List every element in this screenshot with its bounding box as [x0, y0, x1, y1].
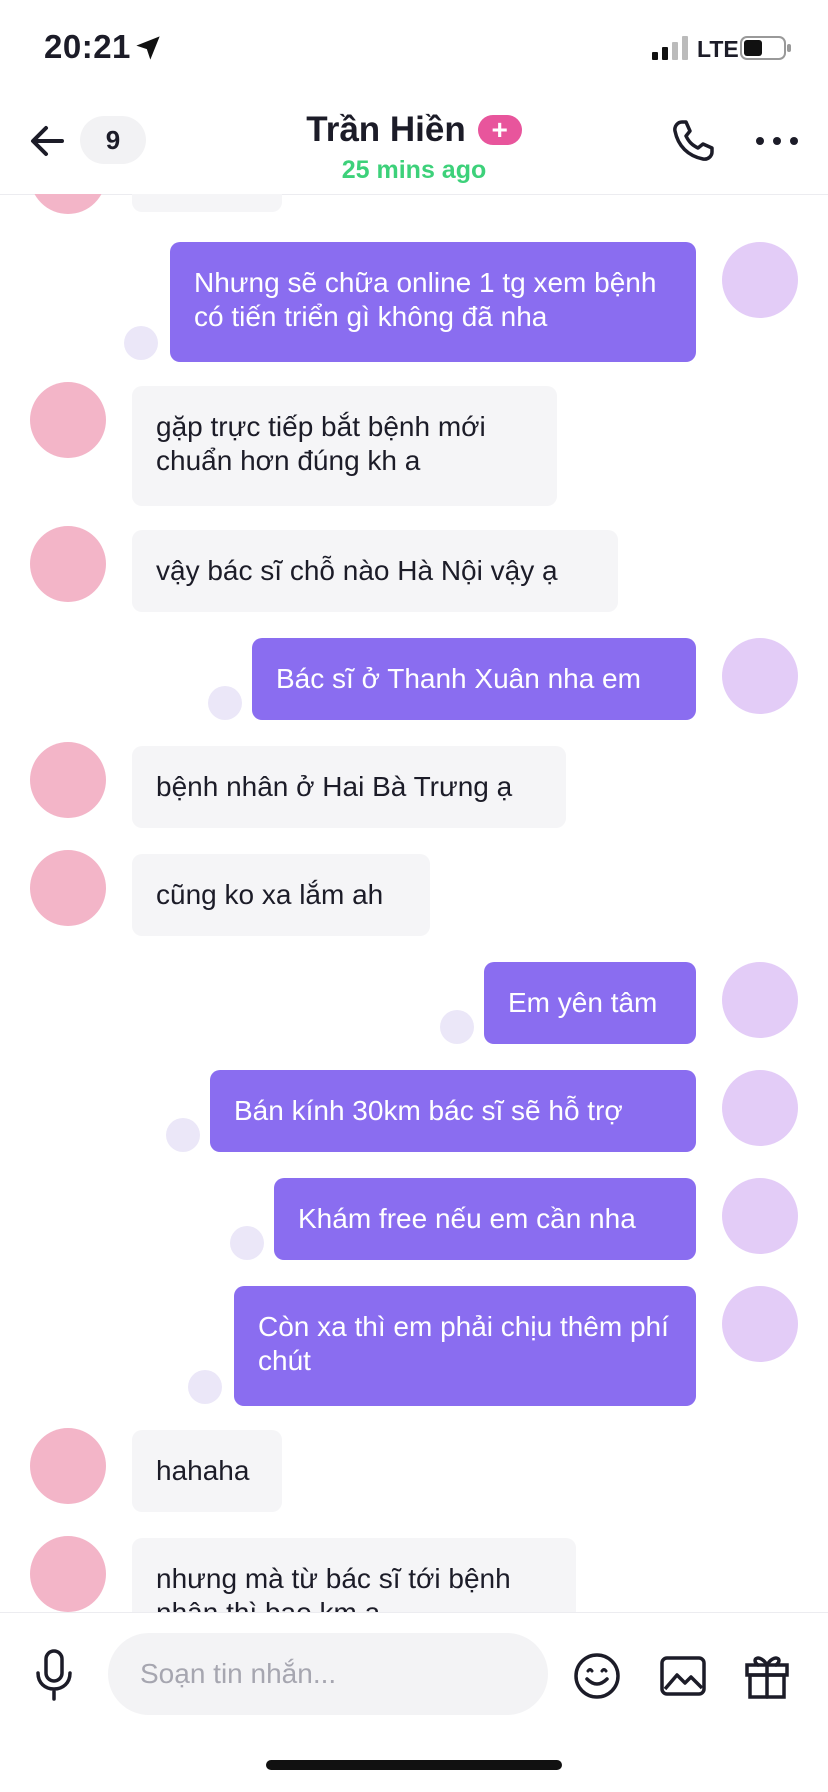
my-avatar — [722, 962, 798, 1038]
message-bubble-outgoing[interactable]: Bác sĩ ở Thanh Xuân nha em — [252, 638, 696, 720]
message-bubble-outgoing[interactable]: Còn xa thì em phải chịu thêm phí chút — [234, 1286, 696, 1406]
image-icon[interactable] — [658, 1651, 708, 1701]
message-bubble-incoming[interactable]: gặp trực tiếp bắt bệnh mới chuẩn hơn đún… — [132, 386, 557, 506]
my-avatar — [722, 638, 798, 714]
status-bar: 20:21 LTE — [0, 0, 828, 96]
battery-icon — [740, 36, 791, 60]
microphone-icon[interactable] — [30, 1647, 78, 1703]
contact-avatar — [30, 850, 106, 926]
seen-check-icon — [230, 1226, 264, 1260]
status-time: 20:21 — [44, 28, 131, 65]
contact-avatar — [30, 1536, 106, 1612]
contact-avatar — [30, 194, 106, 214]
location-arrow-icon — [136, 36, 160, 60]
network-type: LTE — [697, 36, 739, 62]
message-input[interactable] — [108, 1633, 548, 1715]
seen-check-icon — [124, 326, 158, 360]
seen-check-icon — [208, 686, 242, 720]
plus-badge: + — [477, 115, 522, 145]
contact-avatar — [30, 742, 106, 818]
seen-check-icon — [188, 1370, 222, 1404]
signal-strength-icon — [652, 36, 688, 60]
gift-icon[interactable] — [742, 1649, 792, 1701]
message-bubble-incoming[interactable]: vậy bác sĩ chỗ nào Hà Nội vậy ạ — [132, 530, 618, 612]
message-bubble-partial — [132, 194, 282, 212]
my-avatar — [722, 1070, 798, 1146]
message-bubble-outgoing[interactable]: Bán kính 30km bác sĩ sẽ hỗ trợ — [210, 1070, 696, 1152]
my-avatar — [722, 242, 798, 318]
my-avatar — [722, 1286, 798, 1362]
emoji-icon[interactable] — [572, 1651, 622, 1701]
message-bubble-outgoing[interactable]: Khám free nếu em cần nha — [274, 1178, 696, 1260]
message-bubble-incoming[interactable]: hahaha — [132, 1430, 282, 1512]
message-list[interactable]: Nhưng sẽ chữa online 1 tg xem bệnh có ti… — [0, 194, 828, 1612]
message-bubble-incoming[interactable]: cũng ko xa lắm ah — [132, 854, 430, 936]
home-indicator[interactable] — [266, 1760, 562, 1770]
message-bubble-outgoing[interactable]: Em yên tâm — [484, 962, 696, 1044]
message-composer — [0, 1612, 828, 1735]
message-bubble-incoming[interactable]: nhưng mà từ bác sĩ tới bệnh nhân thì bao… — [132, 1538, 576, 1612]
contact-name[interactable]: Trần Hiền — [306, 110, 465, 150]
phone-icon[interactable] — [668, 116, 718, 166]
my-avatar — [722, 1178, 798, 1254]
contact-avatar — [30, 382, 106, 458]
message-bubble-incoming[interactable]: bệnh nhân ở Hai Bà Trưng ạ — [132, 746, 566, 828]
seen-check-icon — [440, 1010, 474, 1044]
message-bubble-outgoing[interactable]: Nhưng sẽ chữa online 1 tg xem bệnh có ti… — [170, 242, 696, 362]
seen-check-icon — [166, 1118, 200, 1152]
more-horizontal-icon[interactable] — [752, 124, 802, 158]
contact-avatar — [30, 526, 106, 602]
contact-avatar — [30, 1428, 106, 1504]
chat-header: 9 Trần Hiền + 25 mins ago — [0, 96, 828, 195]
